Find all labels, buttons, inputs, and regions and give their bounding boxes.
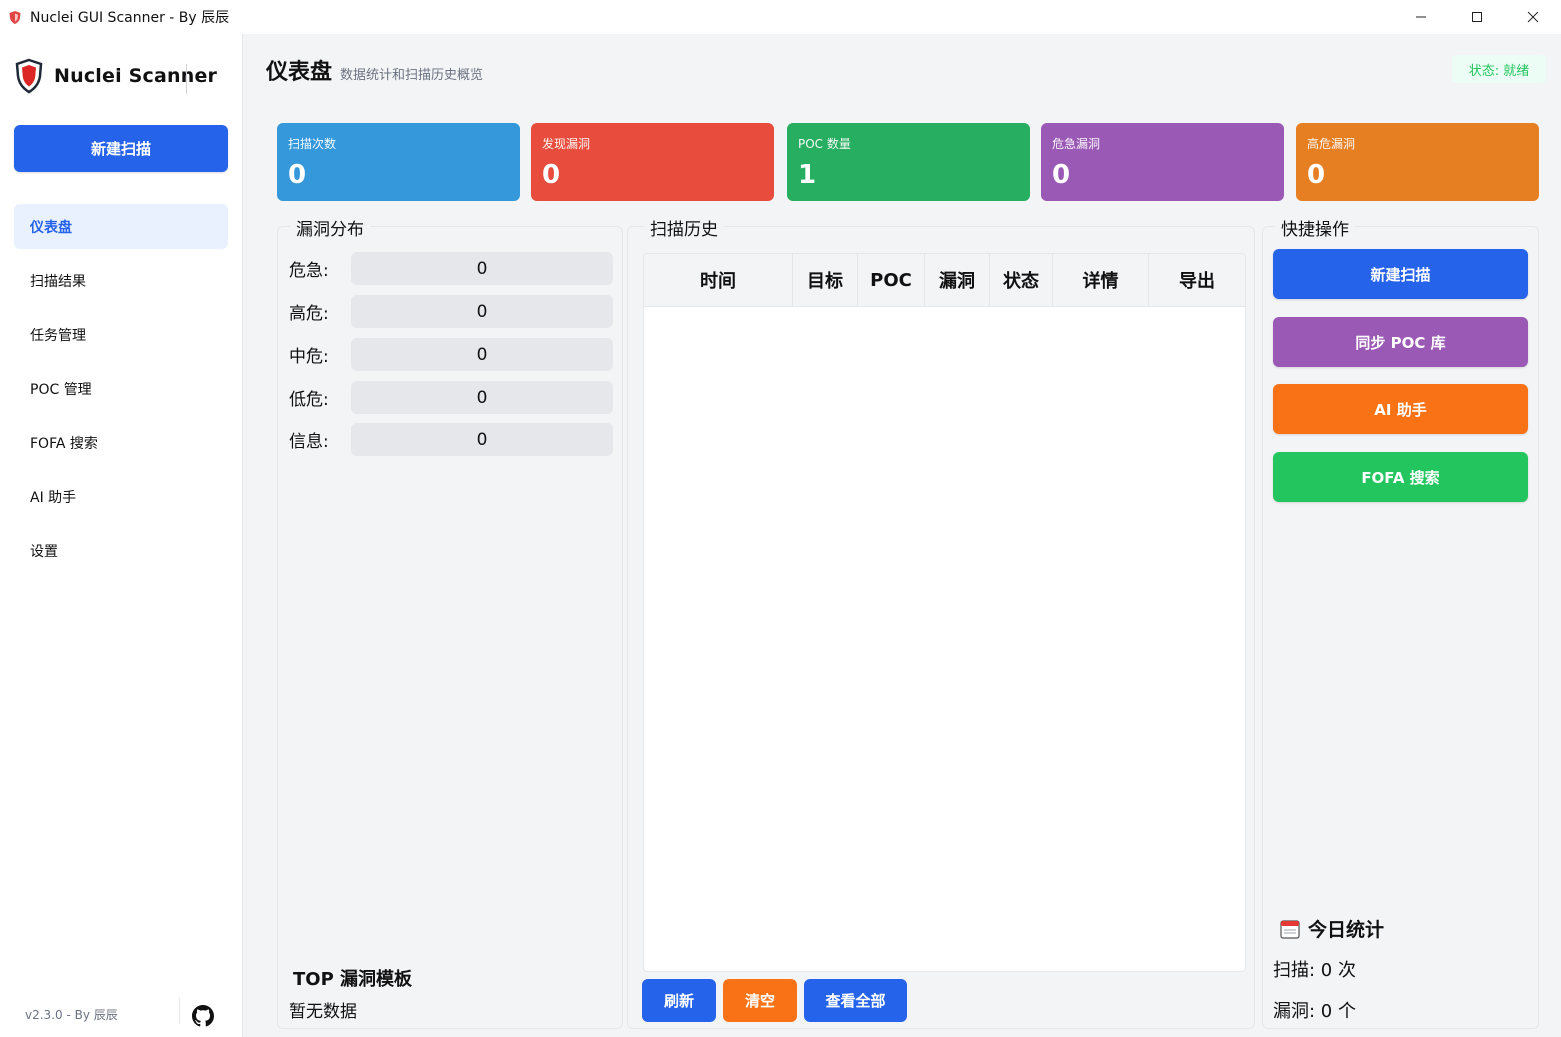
sidebar-nav: 仪表盘 扫描结果 任务管理 POC 管理 FOFA 搜索 AI 助手 设置 bbox=[14, 204, 228, 582]
title-bar: Nuclei GUI Scanner - By 辰辰 bbox=[0, 0, 1561, 34]
dist-label: 信息: bbox=[289, 432, 329, 452]
quick-actions-panel: 快捷操作 新建扫描 同步 POC 库 AI 助手 FOFA 搜索 今日统计 扫描… bbox=[1262, 215, 1539, 1029]
panel-title: 扫描历史 bbox=[644, 215, 724, 240]
dist-label: 低危: bbox=[289, 390, 329, 410]
dist-row-low: 低危: 0 bbox=[289, 381, 614, 414]
dist-value: 0 bbox=[351, 295, 613, 328]
stat-value: 1 bbox=[798, 160, 817, 190]
footer-divider bbox=[179, 998, 180, 1024]
stat-label: 危急漏洞 bbox=[1052, 137, 1101, 151]
version-label: v2.3.0 - By 辰辰 bbox=[25, 1008, 118, 1022]
sidebar-item-settings[interactable]: 设置 bbox=[14, 528, 228, 573]
page-subtitle: 数据统计和扫描历史概览 bbox=[340, 68, 484, 83]
column-header-poc[interactable]: POC bbox=[858, 254, 925, 306]
stat-card-scan-count: 扫描次数 0 bbox=[277, 123, 520, 201]
dist-label: 中危: bbox=[289, 347, 329, 367]
window-title: Nuclei GUI Scanner - By 辰辰 bbox=[30, 10, 230, 26]
dist-label: 高危: bbox=[289, 304, 329, 324]
scan-history-panel: 扫描历史 时间 目标 POC 漏洞 状态 详情 导出 刷新 清空 查看全部 bbox=[627, 215, 1255, 1029]
minimize-button[interactable] bbox=[1393, 0, 1449, 34]
column-header-details[interactable]: 详情 bbox=[1053, 254, 1149, 306]
column-header-target[interactable]: 目标 bbox=[793, 254, 858, 306]
stat-card-poc-count: POC 数量 1 bbox=[787, 123, 1030, 201]
maximize-button[interactable] bbox=[1449, 0, 1505, 34]
sidebar-item-fofa-search[interactable]: FOFA 搜索 bbox=[14, 420, 228, 465]
dist-value: 0 bbox=[351, 338, 613, 371]
ai-assistant-button[interactable]: AI 助手 bbox=[1273, 384, 1528, 434]
sidebar-new-scan-button[interactable]: 新建扫描 bbox=[14, 125, 228, 172]
stat-label: 发现漏洞 bbox=[542, 137, 591, 151]
dist-row-info: 信息: 0 bbox=[289, 423, 614, 456]
page-header: 仪表盘 数据统计和扫描历史概览 bbox=[266, 54, 483, 86]
stat-card-critical-vulns: 危急漏洞 0 bbox=[1041, 123, 1284, 201]
view-all-button[interactable]: 查看全部 bbox=[804, 979, 907, 1022]
stat-label: POC 数量 bbox=[798, 137, 851, 151]
panel-title: 快捷操作 bbox=[1275, 215, 1355, 240]
table-header: 时间 目标 POC 漏洞 状态 详情 导出 bbox=[644, 254, 1245, 307]
sidebar-item-poc-management[interactable]: POC 管理 bbox=[14, 366, 228, 411]
refresh-button[interactable]: 刷新 bbox=[642, 979, 716, 1022]
brand-divider bbox=[186, 64, 187, 94]
stat-card-vulns-found: 发现漏洞 0 bbox=[531, 123, 774, 201]
column-header-time[interactable]: 时间 bbox=[644, 254, 793, 306]
page-title: 仪表盘 bbox=[266, 60, 333, 85]
dist-row-high: 高危: 0 bbox=[289, 295, 614, 328]
column-header-status[interactable]: 状态 bbox=[990, 254, 1053, 306]
today-vulns: 漏洞: 0 个 bbox=[1273, 1001, 1356, 1022]
column-header-export[interactable]: 导出 bbox=[1149, 254, 1245, 306]
stat-card-high-vulns: 高危漏洞 0 bbox=[1296, 123, 1539, 201]
github-icon[interactable] bbox=[192, 1005, 214, 1027]
fofa-search-button[interactable]: FOFA 搜索 bbox=[1273, 452, 1528, 502]
quick-new-scan-button[interactable]: 新建扫描 bbox=[1273, 249, 1528, 299]
status-badge: 状态: 就绪 bbox=[1452, 55, 1546, 83]
close-button[interactable] bbox=[1505, 0, 1561, 34]
sync-poc-button[interactable]: 同步 POC 库 bbox=[1273, 317, 1528, 367]
stat-value: 0 bbox=[1052, 160, 1071, 190]
shield-app-icon bbox=[8, 10, 22, 24]
calendar-icon bbox=[1280, 919, 1300, 939]
column-header-vulns[interactable]: 漏洞 bbox=[925, 254, 990, 306]
dist-row-critical: 危急: 0 bbox=[289, 252, 614, 285]
stat-value: 0 bbox=[288, 160, 307, 190]
sidebar: Nuclei Scanner 新建扫描 仪表盘 扫描结果 任务管理 POC 管理… bbox=[0, 34, 243, 1037]
today-scans: 扫描: 0 次 bbox=[1273, 960, 1356, 981]
sidebar-item-scan-results[interactable]: 扫描结果 bbox=[14, 258, 228, 303]
shield-logo-icon bbox=[14, 58, 44, 94]
brand-name: Nuclei Scanner bbox=[54, 65, 218, 87]
stat-label: 扫描次数 bbox=[288, 137, 337, 151]
top-templates-title: TOP 漏洞模板 bbox=[293, 969, 413, 990]
panel-title: 漏洞分布 bbox=[290, 215, 370, 240]
dist-label: 危急: bbox=[289, 261, 329, 281]
stat-label: 高危漏洞 bbox=[1307, 137, 1356, 151]
today-stats-label: 今日统计 bbox=[1308, 919, 1385, 941]
stat-value: 0 bbox=[1307, 160, 1326, 190]
sidebar-item-dashboard[interactable]: 仪表盘 bbox=[14, 204, 228, 249]
sidebar-item-task-management[interactable]: 任务管理 bbox=[14, 312, 228, 357]
dist-row-medium: 中危: 0 bbox=[289, 338, 614, 371]
today-stats-title: 今日统计 bbox=[1280, 915, 1384, 942]
vuln-distribution-panel: 漏洞分布 危急: 0 高危: 0 中危: 0 低危: 0 信息: 0 TOP 漏… bbox=[277, 215, 623, 1029]
sidebar-item-ai-assistant[interactable]: AI 助手 bbox=[14, 474, 228, 519]
history-table: 时间 目标 POC 漏洞 状态 详情 导出 bbox=[643, 253, 1246, 972]
dist-value: 0 bbox=[351, 381, 613, 414]
top-templates-empty: 暂无数据 bbox=[289, 1002, 357, 1022]
dist-value: 0 bbox=[351, 252, 613, 285]
stat-value: 0 bbox=[542, 160, 561, 190]
dist-value: 0 bbox=[351, 423, 613, 456]
clear-button[interactable]: 清空 bbox=[723, 979, 797, 1022]
